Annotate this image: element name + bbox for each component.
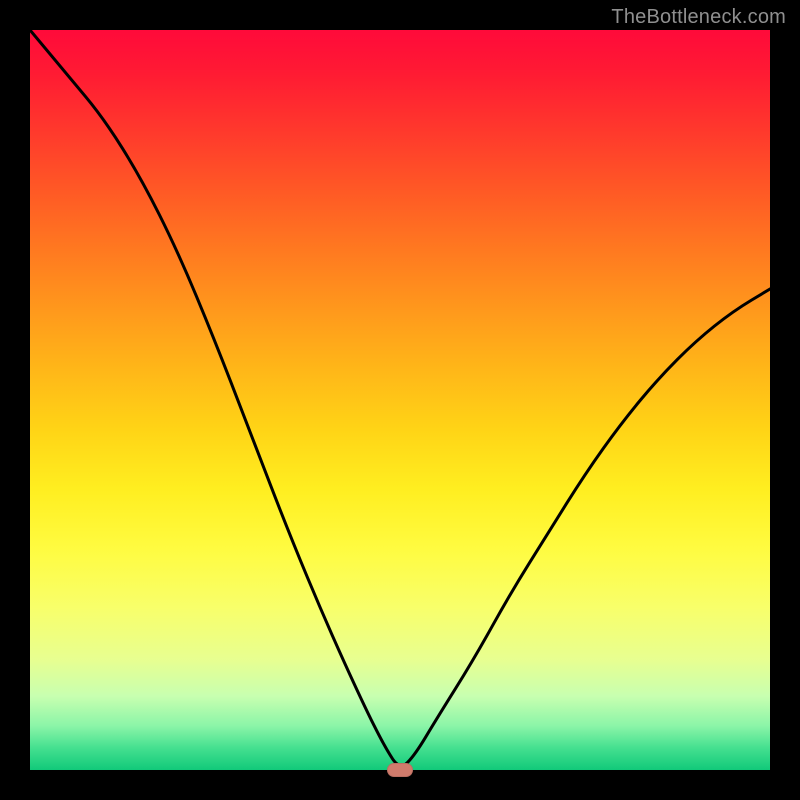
chart-frame: TheBottleneck.com <box>0 0 800 800</box>
plot-area <box>30 30 770 770</box>
optimal-marker <box>387 763 413 777</box>
watermark-text: TheBottleneck.com <box>611 6 786 29</box>
bottleneck-curve <box>30 30 770 770</box>
